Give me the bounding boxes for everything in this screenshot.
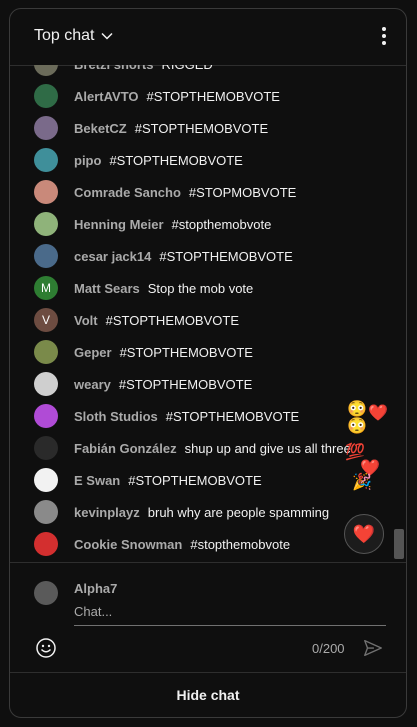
- message-text: bruh why are people spamming: [147, 504, 330, 520]
- avatar[interactable]: [34, 84, 58, 108]
- message-text: #STOPTHEMOBVOTE: [119, 344, 253, 360]
- chat-input[interactable]: [74, 601, 386, 626]
- chat-message[interactable]: Comrade Sancho #STOPMOBVOTE: [34, 180, 296, 204]
- chat-message[interactable]: Bretzi shorts RIGGED: [34, 65, 213, 76]
- floating-reaction-emoji: 😳: [347, 418, 367, 435]
- avatar[interactable]: [34, 404, 58, 428]
- heart-icon: ❤️: [352, 523, 376, 544]
- message-author[interactable]: BeketCZ: [74, 121, 127, 136]
- chat-message[interactable]: M Matt Sears Stop the mob vote: [34, 276, 253, 300]
- emoji-icon[interactable]: [34, 636, 58, 660]
- message-author[interactable]: pipo: [74, 153, 101, 168]
- chat-message[interactable]: AlertAVTO #STOPTHEMOBVOTE: [34, 84, 280, 108]
- avatar[interactable]: V: [34, 308, 58, 332]
- message-text: #STOPTHEMOBVOTE: [128, 472, 262, 488]
- floating-reaction-emoji: 😳: [347, 401, 367, 418]
- chat-scrollbar[interactable]: [394, 529, 404, 559]
- message-author[interactable]: Matt Sears: [74, 281, 140, 296]
- message-author[interactable]: Geper: [74, 345, 112, 360]
- message-text: RIGGED: [161, 65, 212, 72]
- chat-mode-label: Top chat: [34, 27, 95, 44]
- message-text: #STOPTHEMOBVOTE: [105, 312, 239, 328]
- message-text: #STOPTHEMOBVOTE: [146, 88, 280, 104]
- message-author[interactable]: Henning Meier: [74, 217, 164, 232]
- message-text: #stopthemobvote: [171, 216, 272, 232]
- message-author[interactable]: cesar jack14: [74, 249, 151, 264]
- message-text: #STOPTHEMOBVOTE: [118, 376, 253, 392]
- message-text: #STOPTHEMOBVOTE: [165, 408, 300, 424]
- message-text: #STOPMOBVOTE: [188, 184, 297, 200]
- floating-reaction-emoji: 🎉: [352, 474, 372, 491]
- chat-message[interactable]: cesar jack14 #STOPTHEMOBVOTE: [34, 244, 293, 268]
- chat-composer: Alpha7 0/200: [10, 562, 406, 673]
- avatar[interactable]: [34, 116, 58, 140]
- message-text: Stop the mob vote: [147, 280, 254, 296]
- message-text: #stopthemobvote: [190, 536, 291, 552]
- floating-reaction-emoji: ❤️: [368, 405, 388, 422]
- message-author[interactable]: Cookie Snowman: [74, 537, 182, 552]
- message-author[interactable]: weary: [74, 377, 111, 392]
- chat-mode-selector[interactable]: Top chat: [34, 27, 114, 45]
- avatar[interactable]: [34, 436, 58, 460]
- message-text: #STOPTHEMOBVOTE: [159, 248, 293, 264]
- message-author[interactable]: AlertAVTO: [74, 89, 139, 104]
- message-text: #STOPTHEMOBVOTE: [134, 120, 269, 136]
- chat-message[interactable]: E Swan #STOPTHEMOBVOTE: [34, 468, 262, 492]
- avatar[interactable]: [34, 468, 58, 492]
- avatar[interactable]: [34, 244, 58, 268]
- message-author[interactable]: kevinplayz: [74, 505, 140, 520]
- avatar[interactable]: [34, 500, 58, 524]
- message-author[interactable]: Bretzi shorts: [74, 65, 153, 72]
- chat-message[interactable]: BeketCZ #STOPTHEMOBVOTE: [34, 116, 268, 140]
- avatar[interactable]: [34, 212, 58, 236]
- live-chat-panel: Top chat Bretzi shorts RIGGED AlertAVTO #ST…: [9, 8, 407, 718]
- chat-feed[interactable]: Bretzi shorts RIGGED AlertAVTO #STOPTHEMOBV…: [10, 65, 406, 560]
- chat-message[interactable]: Fabián González shup up and give us all t…: [34, 436, 351, 460]
- more-options-icon[interactable]: [380, 27, 388, 47]
- send-icon[interactable]: [362, 637, 384, 659]
- avatar[interactable]: [34, 148, 58, 172]
- avatar[interactable]: [34, 372, 58, 396]
- message-author[interactable]: Comrade Sancho: [74, 185, 181, 200]
- character-counter: 0/200: [312, 641, 345, 656]
- chat-message[interactable]: Henning Meier #stopthemobvote: [34, 212, 271, 236]
- message-author[interactable]: Volt: [74, 313, 98, 328]
- avatar[interactable]: [34, 340, 58, 364]
- chat-message[interactable]: V Volt #STOPTHEMOBVOTE: [34, 308, 239, 332]
- chat-message[interactable]: kevinplayz bruh why are people spamming: [34, 500, 329, 524]
- message-text: shup up and give us all three: [184, 440, 351, 456]
- chat-footer: Hide chat: [10, 672, 406, 717]
- composer-username: Alpha7: [74, 581, 118, 596]
- message-text: #STOPTHEMOBVOTE: [109, 152, 243, 168]
- chat-message[interactable]: Geper #STOPTHEMOBVOTE: [34, 340, 253, 364]
- avatar[interactable]: [34, 532, 58, 556]
- floating-reaction-emoji: 💯: [345, 444, 365, 461]
- hide-chat-button[interactable]: Hide chat: [170, 686, 245, 704]
- chat-message[interactable]: Cookie Snowman #stopthemobvote: [34, 532, 290, 556]
- message-author[interactable]: Fabián González: [74, 441, 177, 456]
- chat-header: Top chat: [10, 9, 406, 66]
- message-author[interactable]: E Swan: [74, 473, 120, 488]
- avatar[interactable]: [34, 180, 58, 204]
- chevron-down-icon: [101, 32, 114, 40]
- avatar[interactable]: M: [34, 276, 58, 300]
- avatar: [34, 581, 58, 605]
- avatar[interactable]: [34, 65, 58, 76]
- chat-message[interactable]: Sloth Studios #STOPTHEMOBVOTE: [34, 404, 299, 428]
- chat-message[interactable]: pipo #STOPTHEMOBVOTE: [34, 148, 243, 172]
- reaction-button[interactable]: ❤️: [344, 514, 384, 554]
- chat-message[interactable]: weary #STOPTHEMOBVOTE: [34, 372, 252, 396]
- message-author[interactable]: Sloth Studios: [74, 409, 158, 424]
